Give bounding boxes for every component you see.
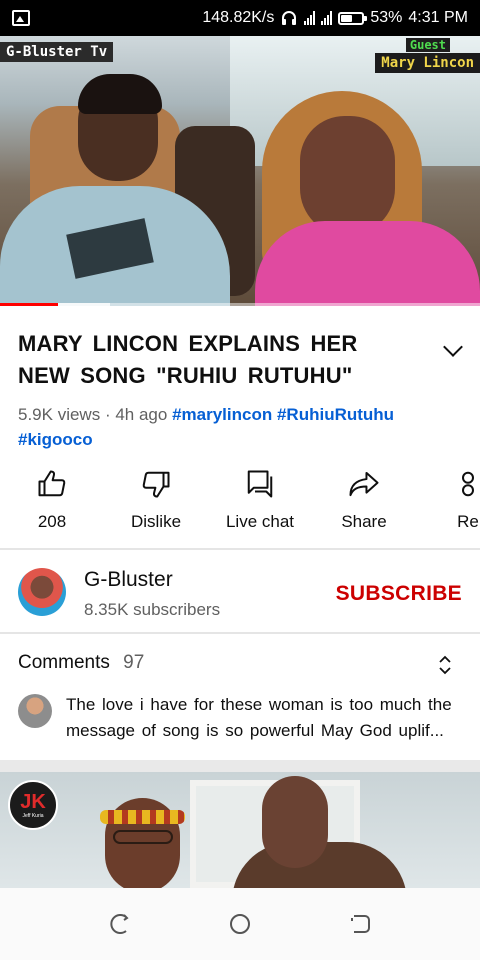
action-bar: 208 Dislike Live chat Share Re <box>0 468 480 538</box>
comments-label: Comments <box>18 652 110 673</box>
progress-played <box>0 303 58 306</box>
channel-name[interactable]: G-Bluster <box>84 568 173 592</box>
home-button[interactable] <box>220 904 260 944</box>
glasses <box>113 830 173 844</box>
network-speed: 148.82K/s <box>202 9 275 26</box>
headband <box>100 810 185 824</box>
share-icon <box>349 471 379 497</box>
logo-letters: JK <box>20 790 46 813</box>
chevron-down-icon[interactable] <box>443 337 463 357</box>
battery-percent: 53% <box>370 9 403 26</box>
recents-button[interactable] <box>340 904 380 944</box>
remix-label: Re <box>457 512 479 531</box>
comments-count: 97 <box>123 652 145 673</box>
expand-icon[interactable] <box>438 654 452 676</box>
battery-icon <box>338 11 368 25</box>
channel-avatar[interactable] <box>18 568 66 616</box>
comments-section[interactable]: Comments 97 The love i have for these wo… <box>0 636 480 758</box>
channel-logo: JK Jeff Kuria <box>8 780 58 830</box>
clock: 4:31 PM <box>408 9 468 26</box>
back-button[interactable] <box>100 904 140 944</box>
guest-name: Mary Lincon <box>375 53 480 73</box>
channel-row[interactable]: G-Bluster 8.35K subscribers SUBSCRIBE <box>0 552 480 632</box>
like-count: 208 <box>37 512 67 531</box>
logo-text: Jeff Kuria <box>22 812 44 819</box>
thumbs-up-icon <box>38 470 66 497</box>
man-head <box>262 776 328 868</box>
video-meta: 5.9K views · 4h ago #marylincon #RuhiuRu… <box>18 402 468 452</box>
comment-line: The love i have for these woman is too m… <box>66 695 452 714</box>
comments-header: Comments 97 <box>18 652 144 674</box>
recents-icon <box>351 915 370 933</box>
image-icon <box>12 10 30 26</box>
guest-figure <box>255 221 480 306</box>
like-button[interactable]: 208 <box>0 468 104 538</box>
status-bar: 148.82K/s 53% 4:31 PM <box>0 0 480 36</box>
video-title[interactable]: MARY LINCON EXPLAINS HER NEW SONG "RUHIU… <box>18 328 418 392</box>
back-icon <box>110 914 129 934</box>
headset-icon <box>282 11 297 25</box>
channel-watermark: G-Bluster Tv <box>0 42 114 62</box>
progress-bar[interactable] <box>0 303 480 306</box>
live-chat-button[interactable]: Live chat <box>208 468 312 538</box>
subscriber-count: 8.35K subscribers <box>84 600 221 619</box>
subscribe-button[interactable]: SUBSCRIBE <box>336 582 462 606</box>
next-video-thumbnail[interactable]: JK Jeff Kuria <box>0 772 480 888</box>
video-title-row[interactable]: MARY LINCON EXPLAINS HER NEW SONG "RUHIU… <box>18 328 468 392</box>
meta-separator: · <box>104 405 111 424</box>
hashtag-link[interactable]: #kigooco <box>18 430 93 449</box>
hashtag-link[interactable]: #RuhiuRutuhu <box>277 405 394 424</box>
divider <box>0 632 480 634</box>
divider <box>0 548 480 550</box>
commenter-avatar[interactable] <box>18 694 52 728</box>
upload-age: 4h ago <box>115 405 168 424</box>
section-gap <box>0 760 480 772</box>
host-hair <box>78 74 162 114</box>
signal-icon <box>304 11 316 25</box>
guest-label: Guest <box>405 38 450 52</box>
system-nav-bar <box>0 888 480 960</box>
hashtag-link[interactable]: #marylincon <box>172 405 272 424</box>
remix-button[interactable]: Re <box>416 468 480 538</box>
share-label: Share <box>341 512 387 531</box>
chat-icon <box>247 470 273 498</box>
dislike-button[interactable]: Dislike <box>104 468 208 538</box>
comment-line: message of song is so powerful May God u… <box>66 721 444 740</box>
live-chat-label: Live chat <box>225 512 295 531</box>
view-count: 5.9K views <box>18 405 101 424</box>
share-button[interactable]: Share <box>312 468 416 538</box>
video-player[interactable]: G-Bluster Tv Guest Mary Lincon <box>0 36 480 306</box>
dislike-label: Dislike <box>130 512 182 531</box>
top-comment[interactable]: The love i have for these woman is too m… <box>66 692 462 744</box>
thumbs-down-icon <box>142 471 170 498</box>
home-icon <box>230 914 250 934</box>
guest-face <box>300 116 395 236</box>
signal-icon <box>321 11 333 25</box>
remix-icon <box>462 471 474 497</box>
